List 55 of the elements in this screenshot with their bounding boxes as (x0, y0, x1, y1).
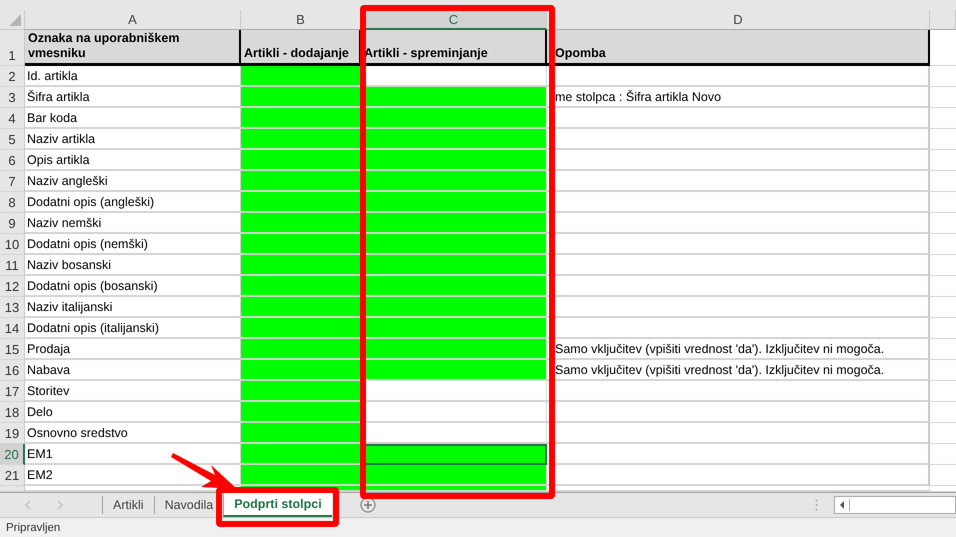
triangle-icon (9, 14, 21, 26)
table-cell: Prodaja (25, 339, 241, 360)
table-cell: Storitev (25, 381, 241, 402)
horizontal-scrollbar[interactable] (834, 496, 956, 514)
table-cell: Dodatni opis (italijanski) (25, 318, 241, 339)
row-header[interactable]: 21 (0, 465, 25, 486)
row-header[interactable]: 5 (0, 129, 25, 150)
row-header[interactable]: 19 (0, 423, 25, 444)
row-header[interactable]: 17 (0, 381, 25, 402)
row-header[interactable] (0, 486, 25, 492)
table-cell: Nabava (25, 360, 241, 381)
table-cell: Naziv angleški (25, 171, 241, 192)
row-header[interactable]: 12 (0, 276, 25, 297)
table-cell: Opis artikla (25, 150, 241, 171)
row-header[interactable]: 10 (0, 234, 25, 255)
sheet-tab[interactable]: Podprti stolpci (223, 493, 332, 517)
row-header[interactable]: 3 (0, 87, 25, 108)
row-header[interactable]: 7 (0, 171, 25, 192)
row-header[interactable]: 2 (0, 66, 25, 87)
row-header[interactable]: 13 (0, 297, 25, 318)
row-header[interactable]: 18 (0, 402, 25, 423)
table-cell: Naziv italijanski (25, 297, 241, 318)
scroll-right-icon[interactable] (56, 500, 64, 510)
table-header-cell: Oznaka na uporabniškem vmesniku (25, 30, 241, 66)
table-cell: Delo (25, 402, 241, 423)
add-sheet-icon[interactable] (360, 497, 376, 513)
row-header[interactable]: 6 (0, 150, 25, 171)
column-header[interactable] (930, 10, 956, 30)
row-header[interactable]: 1 (0, 30, 25, 66)
row-header[interactable]: 4 (0, 108, 25, 129)
sheet-tab[interactable]: Artikli (102, 496, 154, 514)
row-header[interactable]: 20 (0, 444, 25, 465)
status-text: Pripravljen (6, 522, 60, 534)
table-cell: Naziv artikla (25, 129, 241, 150)
table-cell: Dodatni opis (angleški) (25, 192, 241, 213)
table-cell: Osnovno sredstvo (25, 423, 241, 444)
table-cell: Dodatni opis (bosanski) (25, 276, 241, 297)
row-header[interactable]: 8 (0, 192, 25, 213)
table-cell: Naziv bosanski (25, 255, 241, 276)
table-cell: Naziv nemški (25, 213, 241, 234)
table-cell: me stolpca : Šifra artikla Novo (547, 87, 930, 108)
table-cell: Id. artikla (25, 66, 241, 87)
table-cell: Samo vključitev (vpišiti vrednost 'da'). Izključitev ni mogoča. (547, 360, 930, 381)
table-cell: Dodatni opis (nemški) (25, 234, 241, 255)
row-header[interactable]: 14 (0, 318, 25, 339)
table-header-cell: Artikli - dodajanje (241, 30, 361, 66)
splitter-handle-icon[interactable] (815, 499, 818, 511)
table-cell: Šifra artikla (25, 87, 241, 108)
table-header-cell: Opomba (547, 30, 930, 66)
table-cell: Bar koda (25, 108, 241, 129)
row-header[interactable]: 15 (0, 339, 25, 360)
table-cell: Samo vključitev (vpišiti vrednost 'da'). Izključitev ni mogoča. (547, 339, 930, 360)
row-header[interactable]: 11 (0, 255, 25, 276)
row-header[interactable]: 9 (0, 213, 25, 234)
row-header[interactable]: 16 (0, 360, 25, 381)
